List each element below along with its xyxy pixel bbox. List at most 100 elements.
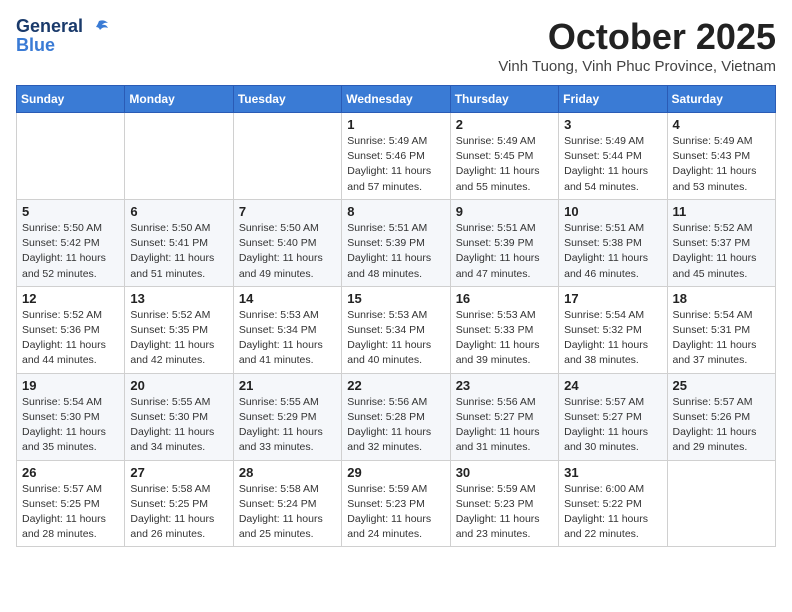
day-number: 30	[456, 465, 553, 480]
page-header: General Blue October 2025 Vinh Tuong, Vi…	[16, 16, 776, 75]
calendar-table: SundayMondayTuesdayWednesdayThursdayFrid…	[16, 85, 776, 547]
calendar-week-row: 5 Sunrise: 5:50 AMSunset: 5:42 PMDaylight…	[17, 199, 776, 286]
day-info: Sunrise: 5:52 AMSunset: 5:35 PMDaylight:…	[130, 308, 227, 369]
day-info: Sunrise: 5:54 AMSunset: 5:32 PMDaylight:…	[564, 308, 661, 369]
logo: General Blue	[16, 16, 110, 56]
calendar-week-row: 12Sunrise: 5:52 AMSunset: 5:36 PMDayligh…	[17, 286, 776, 373]
day-number: 18	[673, 291, 770, 306]
calendar-week-row: 1 Sunrise: 5:49 AMSunset: 5:46 PMDaylight…	[17, 113, 776, 200]
day-info: Sunrise: 5:49 AMSunset: 5:45 PMDaylight:…	[456, 134, 553, 195]
calendar-cell: 5 Sunrise: 5:50 AMSunset: 5:42 PMDaylight…	[17, 199, 125, 286]
title-block: October 2025 Vinh Tuong, Vinh Phuc Provi…	[498, 16, 776, 75]
calendar-cell: 25Sunrise: 5:57 AMSunset: 5:26 PMDayligh…	[667, 373, 775, 460]
day-number: 10	[564, 204, 661, 219]
calendar-cell	[125, 113, 233, 200]
day-info: Sunrise: 5:57 AMSunset: 5:27 PMDaylight:…	[564, 395, 661, 456]
day-number: 6	[130, 204, 227, 219]
day-number: 11	[673, 204, 770, 219]
calendar-cell: 20Sunrise: 5:55 AMSunset: 5:30 PMDayligh…	[125, 373, 233, 460]
location-subtitle: Vinh Tuong, Vinh Phuc Province, Vietnam	[498, 58, 776, 75]
day-info: Sunrise: 5:49 AMSunset: 5:44 PMDaylight:…	[564, 134, 661, 195]
calendar-cell: 24Sunrise: 5:57 AMSunset: 5:27 PMDayligh…	[559, 373, 667, 460]
day-number: 23	[456, 378, 553, 393]
logo-bird-icon	[88, 17, 110, 39]
day-info: Sunrise: 5:58 AMSunset: 5:24 PMDaylight:…	[239, 482, 336, 543]
calendar-cell: 15 Sunrise: 5:53 AMSunset: 5:34 PMDayligh…	[342, 286, 450, 373]
day-info: Sunrise: 5:50 AMSunset: 5:41 PMDaylight:…	[130, 221, 227, 282]
day-number: 15	[347, 291, 444, 306]
weekday-header-thursday: Thursday	[450, 86, 558, 113]
logo-blue: Blue	[16, 35, 55, 56]
day-number: 14	[239, 291, 336, 306]
day-info: Sunrise: 5:55 AMSunset: 5:29 PMDaylight:…	[239, 395, 336, 456]
calendar-cell: 19Sunrise: 5:54 AMSunset: 5:30 PMDayligh…	[17, 373, 125, 460]
day-number: 3	[564, 117, 661, 132]
day-info: Sunrise: 5:58 AMSunset: 5:25 PMDaylight:…	[130, 482, 227, 543]
calendar-cell: 11Sunrise: 5:52 AMSunset: 5:37 PMDayligh…	[667, 199, 775, 286]
day-info: Sunrise: 5:59 AMSunset: 5:23 PMDaylight:…	[456, 482, 553, 543]
day-number: 17	[564, 291, 661, 306]
day-info: Sunrise: 5:53 AMSunset: 5:34 PMDaylight:…	[347, 308, 444, 369]
day-number: 31	[564, 465, 661, 480]
weekday-header-tuesday: Tuesday	[233, 86, 341, 113]
calendar-cell: 14 Sunrise: 5:53 AMSunset: 5:34 PMDayligh…	[233, 286, 341, 373]
day-info: Sunrise: 5:51 AMSunset: 5:39 PMDaylight:…	[456, 221, 553, 282]
logo-general: General	[16, 16, 83, 36]
day-info: Sunrise: 5:51 AMSunset: 5:38 PMDaylight:…	[564, 221, 661, 282]
day-number: 9	[456, 204, 553, 219]
day-info: Sunrise: 5:53 AMSunset: 5:34 PMDaylight:…	[239, 308, 336, 369]
calendar-cell	[667, 460, 775, 547]
month-title: October 2025	[498, 16, 776, 58]
calendar-cell: 12Sunrise: 5:52 AMSunset: 5:36 PMDayligh…	[17, 286, 125, 373]
calendar-cell: 29 Sunrise: 5:59 AMSunset: 5:23 PMDayligh…	[342, 460, 450, 547]
calendar-cell: 7Sunrise: 5:50 AMSunset: 5:40 PMDaylight…	[233, 199, 341, 286]
weekday-header-sunday: Sunday	[17, 86, 125, 113]
day-number: 22	[347, 378, 444, 393]
day-number: 16	[456, 291, 553, 306]
weekday-header-friday: Friday	[559, 86, 667, 113]
day-info: Sunrise: 5:50 AMSunset: 5:40 PMDaylight:…	[239, 221, 336, 282]
day-info: Sunrise: 5:56 AMSunset: 5:28 PMDaylight:…	[347, 395, 444, 456]
calendar-week-row: 19Sunrise: 5:54 AMSunset: 5:30 PMDayligh…	[17, 373, 776, 460]
day-info: Sunrise: 5:56 AMSunset: 5:27 PMDaylight:…	[456, 395, 553, 456]
day-info: Sunrise: 5:52 AMSunset: 5:36 PMDaylight:…	[22, 308, 119, 369]
day-number: 21	[239, 378, 336, 393]
day-info: Sunrise: 5:57 AMSunset: 5:26 PMDaylight:…	[673, 395, 770, 456]
calendar-cell: 8 Sunrise: 5:51 AMSunset: 5:39 PMDaylight…	[342, 199, 450, 286]
calendar-cell: 3 Sunrise: 5:49 AMSunset: 5:44 PMDaylight…	[559, 113, 667, 200]
calendar-cell: 26Sunrise: 5:57 AMSunset: 5:25 PMDayligh…	[17, 460, 125, 547]
day-info: Sunrise: 5:59 AMSunset: 5:23 PMDaylight:…	[347, 482, 444, 543]
calendar-cell: 18Sunrise: 5:54 AMSunset: 5:31 PMDayligh…	[667, 286, 775, 373]
calendar-cell: 1 Sunrise: 5:49 AMSunset: 5:46 PMDaylight…	[342, 113, 450, 200]
calendar-cell: 22 Sunrise: 5:56 AMSunset: 5:28 PMDayligh…	[342, 373, 450, 460]
calendar-cell: 9 Sunrise: 5:51 AMSunset: 5:39 PMDaylight…	[450, 199, 558, 286]
day-info: Sunrise: 5:53 AMSunset: 5:33 PMDaylight:…	[456, 308, 553, 369]
calendar-cell: 28 Sunrise: 5:58 AMSunset: 5:24 PMDayligh…	[233, 460, 341, 547]
day-number: 28	[239, 465, 336, 480]
calendar-cell: 31 Sunrise: 6:00 AMSunset: 5:22 PMDayligh…	[559, 460, 667, 547]
weekday-header-saturday: Saturday	[667, 86, 775, 113]
day-number: 5	[22, 204, 119, 219]
day-number: 27	[130, 465, 227, 480]
day-number: 29	[347, 465, 444, 480]
day-info: Sunrise: 5:49 AMSunset: 5:46 PMDaylight:…	[347, 134, 444, 195]
day-number: 20	[130, 378, 227, 393]
day-number: 19	[22, 378, 119, 393]
calendar-cell: 6 Sunrise: 5:50 AMSunset: 5:41 PMDaylight…	[125, 199, 233, 286]
day-number: 4	[673, 117, 770, 132]
calendar-cell: 30 Sunrise: 5:59 AMSunset: 5:23 PMDayligh…	[450, 460, 558, 547]
calendar-cell	[233, 113, 341, 200]
calendar-cell: 23 Sunrise: 5:56 AMSunset: 5:27 PMDayligh…	[450, 373, 558, 460]
day-number: 1	[347, 117, 444, 132]
calendar-cell: 17 Sunrise: 5:54 AMSunset: 5:32 PMDayligh…	[559, 286, 667, 373]
calendar-cell: 2 Sunrise: 5:49 AMSunset: 5:45 PMDaylight…	[450, 113, 558, 200]
day-number: 8	[347, 204, 444, 219]
calendar-cell: 16 Sunrise: 5:53 AMSunset: 5:33 PMDayligh…	[450, 286, 558, 373]
day-info: Sunrise: 6:00 AMSunset: 5:22 PMDaylight:…	[564, 482, 661, 543]
day-info: Sunrise: 5:51 AMSunset: 5:39 PMDaylight:…	[347, 221, 444, 282]
day-info: Sunrise: 5:50 AMSunset: 5:42 PMDaylight:…	[22, 221, 119, 282]
day-number: 2	[456, 117, 553, 132]
calendar-week-row: 26Sunrise: 5:57 AMSunset: 5:25 PMDayligh…	[17, 460, 776, 547]
day-info: Sunrise: 5:49 AMSunset: 5:43 PMDaylight:…	[673, 134, 770, 195]
weekday-header-wednesday: Wednesday	[342, 86, 450, 113]
